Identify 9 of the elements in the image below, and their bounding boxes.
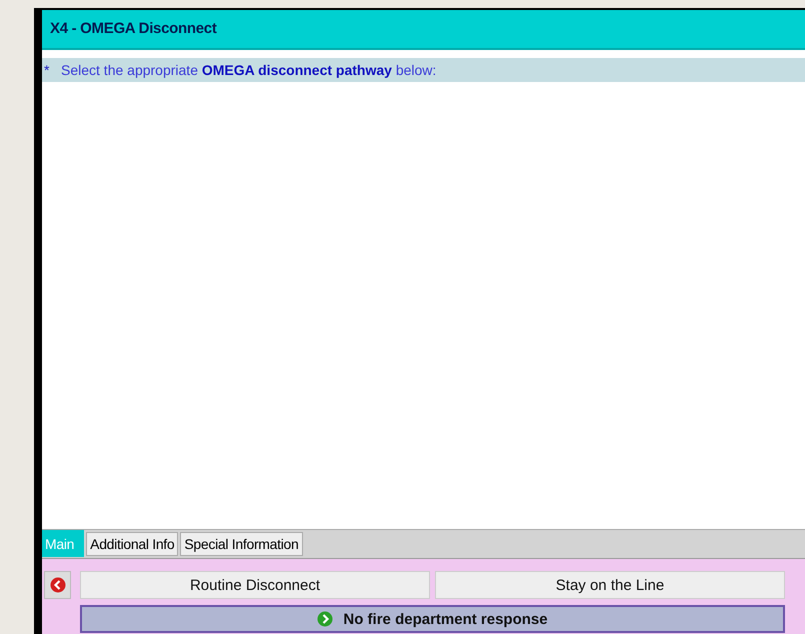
prompt-text: Select the appropriate OMEGA disconnect pathway below: <box>61 62 436 78</box>
required-marker: * <box>43 62 50 78</box>
pathway-button[interactable]: Routine Disconnect <box>80 571 430 599</box>
pathway-button[interactable]: Stay on the Line <box>435 571 785 599</box>
back-button[interactable] <box>44 571 71 599</box>
tab[interactable]: Additional Info <box>86 532 178 556</box>
pathway-button[interactable]: No fire department response <box>80 605 785 633</box>
tab[interactable]: Special Information <box>180 532 303 556</box>
window-title: X4 - OMEGA Disconnect <box>42 10 805 50</box>
